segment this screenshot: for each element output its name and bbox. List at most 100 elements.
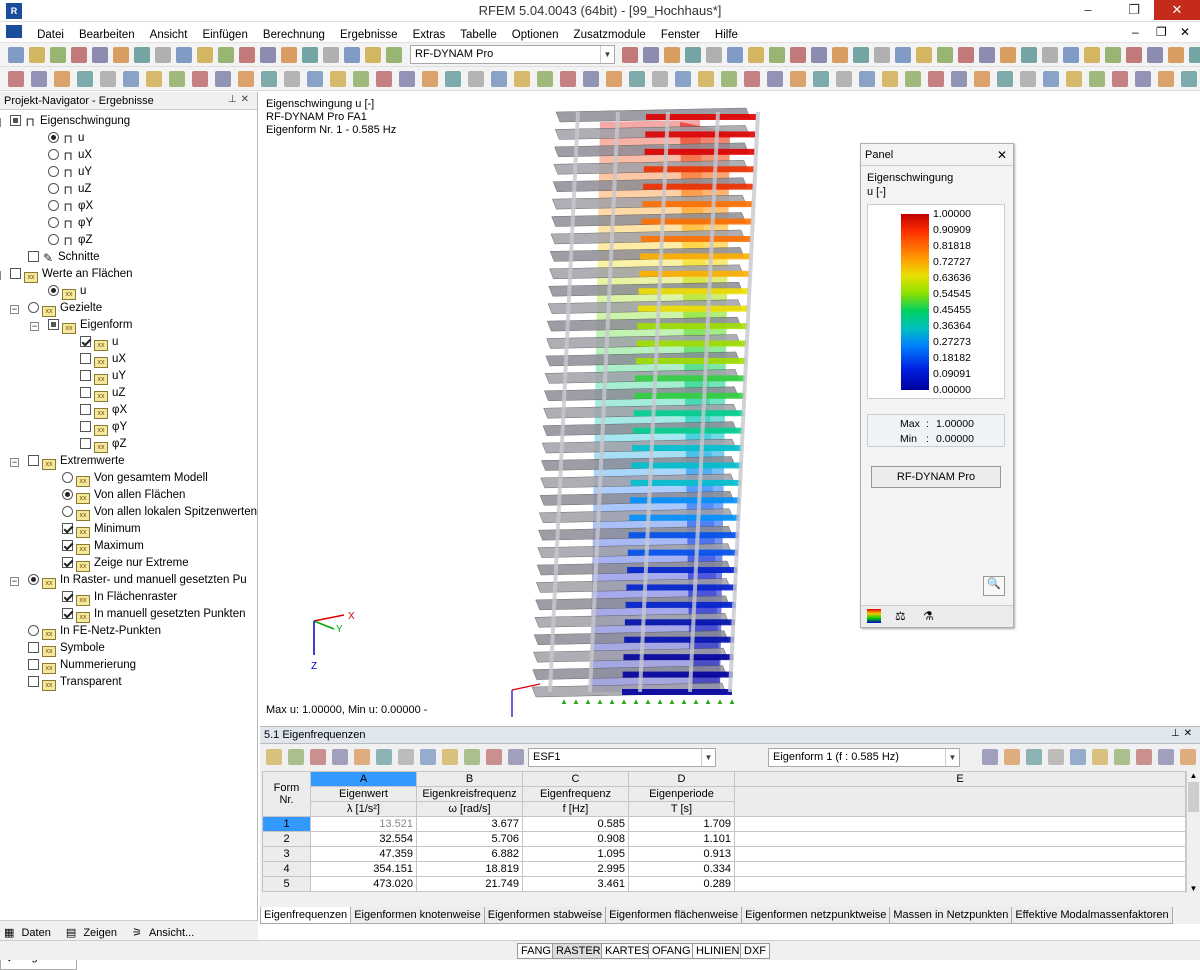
expand-icon[interactable]: − [10,305,19,314]
toolbar-icon[interactable] [330,71,346,87]
table-cell[interactable]: 0.585 [522,816,629,832]
toolbar-icon[interactable] [365,47,381,63]
toolbar-icon[interactable] [445,71,461,87]
row-number[interactable]: 3 [262,846,311,862]
table-cell[interactable]: 21.749 [416,876,523,892]
tree-item[interactable]: ⊓ φZ [48,232,92,249]
toolbar-icon[interactable] [1158,71,1174,87]
table-cell[interactable]: 354.151 [310,861,417,877]
toolbar-icon[interactable] [836,71,852,87]
doc-minimize-button[interactable]: – [1132,25,1139,39]
tree-item[interactable]: xx u [80,334,118,351]
toolbar-icon[interactable] [560,71,576,87]
table-cell-empty[interactable] [734,846,1186,862]
menu-bearbeiten[interactable]: Bearbeiten [73,26,141,41]
scroll-thumb[interactable] [1188,782,1199,812]
tree-item[interactable]: xx Von allen Flächen [62,487,185,504]
expand-icon[interactable]: − [10,458,19,467]
model-view[interactable]: Eigenschwingung u [-] RF-DYNAM Pro FA1 E… [260,92,1200,722]
table-toolbar-icon[interactable] [442,749,458,765]
table-cell-empty[interactable] [734,861,1186,877]
toolbar-icon[interactable] [744,71,760,87]
table-toolbar-icon[interactable] [1136,749,1152,765]
toolbar-icon[interactable] [706,47,722,63]
radio-button[interactable] [62,506,73,517]
rf-dynam-pro-button[interactable]: RF-DYNAM Pro [871,466,1001,488]
tree-item[interactable]: xx In FE-Netz-Punkten [28,623,161,640]
table-scrollbar[interactable]: ▲ ▼ [1186,771,1200,893]
table-cell[interactable]: 0.908 [522,831,629,847]
toolbar-icon[interactable] [1063,47,1079,63]
doc-restore-button[interactable]: ❐ [1156,25,1167,39]
table-cell[interactable]: 2.995 [522,861,629,877]
toolbar-icon[interactable] [215,71,231,87]
table-cell[interactable]: 0.289 [628,876,735,892]
toolbar-icon[interactable] [31,71,47,87]
toolbar-icon[interactable] [71,47,87,63]
tree-item[interactable]: xx Von gesamtem Modell [62,470,208,487]
menu-extras[interactable]: Extras [407,26,452,41]
table-cell[interactable]: 1.101 [628,831,735,847]
toolbar-icon[interactable] [1181,71,1197,87]
balance-tab-icon[interactable]: ⚖ [895,609,906,623]
close-button[interactable]: ✕ [1154,0,1200,20]
radio-button[interactable] [28,302,39,313]
table-toolbar-icon[interactable] [310,749,326,765]
tree-item[interactable]: ✎ Schnitte [28,249,100,266]
building-model[interactable]: ▲ ▲ ▲ ▲ ▲ ▲ ▲ ▲ ▲ ▲ ▲ ▲ ▲ ▲ ▲ [260,92,1200,722]
table-toolbar-icon[interactable] [1004,749,1020,765]
toolbar-icon[interactable] [1126,47,1142,63]
checkbox[interactable] [28,455,39,466]
panel-zoom-icon[interactable]: 🔍 [983,576,1005,596]
table-row[interactable]: 3 47.359 6.882 1.095 0.913 [262,846,1186,862]
checkbox[interactable] [10,268,21,279]
table-cell[interactable]: 32.554 [310,831,417,847]
toolbar-icon[interactable] [537,71,553,87]
table-row[interactable]: 4 354.151 18.819 2.995 0.334 [262,861,1186,877]
toolbar-icon[interactable] [302,47,318,63]
toolbar-icon[interactable] [197,47,213,63]
row-number[interactable]: 1 [262,816,311,832]
table-cell-empty[interactable] [734,816,1186,832]
table-row[interactable]: 1 13.521 3.677 0.585 1.709 [262,816,1186,832]
tree-item[interactable]: − xx Gezielte [10,300,102,317]
toolbar-icon[interactable] [606,71,622,87]
checkbox[interactable] [62,608,73,619]
toolbar-icon[interactable] [905,71,921,87]
col-letter-a[interactable]: A [310,771,417,787]
tree-item[interactable]: xx φZ [80,436,126,453]
checkbox[interactable] [62,591,73,602]
toolbar-icon[interactable] [50,47,66,63]
checkbox[interactable] [80,438,91,449]
toolbar-icon[interactable] [422,71,438,87]
toolbar-icon[interactable] [928,71,944,87]
tree-item[interactable]: xx In Flächenraster [62,589,177,606]
scroll-up-icon[interactable]: ▲ [1187,771,1200,780]
tree-item[interactable]: − xx In Raster- und manuell gesetzten Pu [10,572,247,589]
tree-item[interactable]: xx uY [80,368,126,385]
radio-button[interactable] [48,234,59,245]
col-letter-e[interactable]: E [734,771,1186,787]
checkbox[interactable] [62,557,73,568]
radio-button[interactable] [28,625,39,636]
table-cell[interactable]: 0.334 [628,861,735,877]
table-toolbar-icon[interactable] [1026,749,1042,765]
toolbar-icon[interactable] [937,47,953,63]
toolbar-icon[interactable] [874,47,890,63]
menu-optionen[interactable]: Optionen [506,26,565,41]
toolbar-icon[interactable] [1189,47,1200,63]
toolbar-icon[interactable] [176,47,192,63]
row-number[interactable]: 2 [262,831,311,847]
menu-berechnung[interactable]: Berechnung [257,26,331,41]
table-toolbar-icon[interactable] [398,749,414,765]
tree-item[interactable]: xx u [48,283,86,300]
menu-zusatzmodule[interactable]: Zusatzmodule [568,26,652,41]
checkbox[interactable] [28,251,39,262]
table-toolbar-icon[interactable] [1114,749,1130,765]
table-toolbar-icon[interactable] [486,749,502,765]
table-cell[interactable]: 18.819 [416,861,523,877]
toolbar-icon[interactable] [974,71,990,87]
toolbar-icon[interactable] [1000,47,1016,63]
table-toolbar-icon[interactable] [508,749,524,765]
table-tab[interactable]: Effektive Modalmassenfaktoren [1011,907,1173,924]
